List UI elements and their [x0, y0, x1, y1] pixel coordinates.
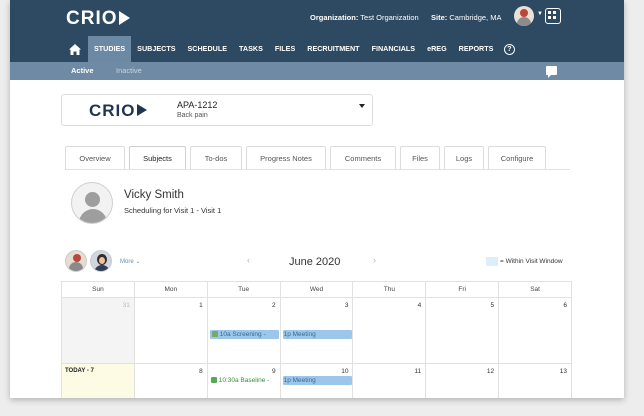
- subject-name: Vicky Smith: [124, 189, 184, 201]
- calendar-header: Sun Mon Tue Wed Thu Fri Sat: [62, 281, 573, 298]
- calendar-day[interactable]: 1: [135, 298, 208, 363]
- tab-comments[interactable]: Comments: [330, 146, 396, 169]
- tab-overview[interactable]: Overview: [65, 146, 125, 169]
- day-header-sun: Sun: [62, 282, 135, 297]
- organization-label: Organization:: [310, 13, 359, 22]
- calendar-day[interactable]: 8: [135, 364, 208, 398]
- tab-files[interactable]: Files: [400, 146, 440, 169]
- event-meeting[interactable]: 1p Meeting: [282, 330, 352, 339]
- nav-schedule[interactable]: SCHEDULE: [182, 36, 234, 62]
- study-tabs: Overview Subjects To-dos Progress Notes …: [65, 146, 546, 169]
- tab-configure[interactable]: Configure: [488, 146, 546, 169]
- day-header-mon: Mon: [135, 282, 208, 297]
- tab-inactive-studies[interactable]: Inactive: [116, 62, 142, 80]
- staff-avatar-2[interactable]: [90, 250, 112, 272]
- day-header-tue: Tue: [208, 282, 281, 297]
- calendar-day[interactable]: 11: [353, 364, 427, 398]
- nav-subjects[interactable]: SUBJECTS: [131, 36, 181, 62]
- tab-active-studies[interactable]: Active: [71, 62, 94, 80]
- calendar-day-today[interactable]: TODAY - 7: [62, 364, 135, 398]
- check-icon: [211, 331, 218, 337]
- main-nav: STUDIES SUBJECTS SCHEDULE TASKS FILES RE…: [62, 36, 519, 62]
- calendar-day[interactable]: 6: [499, 298, 573, 363]
- calendar-prev-icon[interactable]: ‹: [247, 255, 250, 265]
- day-header-fri: Fri: [426, 282, 500, 297]
- app-logo[interactable]: CRIO: [66, 8, 130, 30]
- home-icon[interactable]: [62, 36, 88, 62]
- tab-todos[interactable]: To-dos: [190, 146, 242, 169]
- chevron-down-icon[interactable]: [359, 104, 365, 108]
- tab-logs[interactable]: Logs: [444, 146, 484, 169]
- organization-selector[interactable]: Organization: Test Organization: [310, 13, 419, 22]
- organization-value: Test Organization: [360, 13, 419, 22]
- nav-financials[interactable]: FINANCIALS: [366, 36, 422, 62]
- subject-avatar: [71, 182, 113, 224]
- nav-studies[interactable]: STUDIES: [88, 36, 132, 62]
- calendar-title: June 2020: [289, 256, 341, 268]
- nav-tasks[interactable]: TASKS: [233, 36, 269, 62]
- chevron-down-icon: ⌄: [135, 259, 141, 265]
- scheduling-label: Scheduling for Visit 1 - Visit 1: [124, 206, 222, 215]
- calendar-day[interactable]: 2 10a Screening -: [208, 298, 281, 363]
- tab-subjects[interactable]: Subjects: [129, 146, 186, 169]
- apps-grid-icon[interactable]: [545, 8, 561, 24]
- calendar-grid: Sun Mon Tue Wed Thu Fri Sat 31 1 2 10a S…: [61, 281, 573, 398]
- user-menu-chevron-icon[interactable]: ▼: [537, 11, 543, 17]
- staff-avatar-1[interactable]: [65, 250, 87, 272]
- event-baseline[interactable]: 10:30a Baseline -: [209, 376, 279, 385]
- day-header-sat: Sat: [499, 282, 573, 297]
- study-description: Back pain: [177, 112, 208, 119]
- site-selector[interactable]: Site: Cambridge, MA: [431, 13, 501, 22]
- calendar-day[interactable]: 13: [499, 364, 573, 398]
- tabs-divider: [65, 169, 570, 170]
- nav-ereg[interactable]: eREG: [421, 36, 453, 62]
- calendar-week-2: TODAY - 7 8 9 10:30a Baseline - 10 1p Me…: [62, 364, 573, 398]
- calendar-day[interactable]: 12: [426, 364, 500, 398]
- top-bar: CRIO Organization: Test Organization Sit…: [10, 0, 624, 62]
- check-icon: [210, 377, 217, 383]
- day-header-thu: Thu: [353, 282, 427, 297]
- nav-recruitment[interactable]: RECRUITMENT: [301, 36, 365, 62]
- nav-files[interactable]: FILES: [269, 36, 301, 62]
- calendar-day[interactable]: 5: [426, 298, 500, 363]
- tab-progress-notes[interactable]: Progress Notes: [246, 146, 326, 169]
- calendar-day[interactable]: 4: [353, 298, 427, 363]
- visit-window-swatch: [486, 257, 498, 266]
- study-code: APA-1212: [177, 100, 218, 110]
- sub-nav-bar: Active Inactive: [10, 62, 624, 80]
- site-value: Cambridge, MA: [449, 13, 502, 22]
- chat-icon[interactable]: [546, 66, 557, 78]
- event-screening[interactable]: 10a Screening -: [209, 330, 279, 339]
- day-header-wed: Wed: [281, 282, 354, 297]
- nav-reports[interactable]: REPORTS: [453, 36, 500, 62]
- site-label: Site:: [431, 13, 448, 22]
- calendar-day[interactable]: 3 1p Meeting: [281, 298, 354, 363]
- more-dropdown[interactable]: More ⌄: [120, 258, 140, 265]
- calendar-week-1: 31 1 2 10a Screening - 3 1p Meeting 4 5 …: [62, 298, 573, 364]
- calendar-day[interactable]: 10 1p Meeting: [281, 364, 354, 398]
- user-avatar[interactable]: [514, 6, 534, 26]
- calendar-day[interactable]: 9 10:30a Baseline -: [208, 364, 281, 398]
- visit-window-legend: = Within Visit Window: [500, 258, 563, 265]
- study-selector[interactable]: CRIO APA-1212 Back pain: [61, 94, 373, 126]
- app-window: CRIO Organization: Test Organization Sit…: [10, 0, 624, 398]
- study-logo: CRIO: [89, 101, 147, 121]
- event-meeting[interactable]: 1p Meeting: [282, 376, 352, 385]
- calendar-day[interactable]: 31: [62, 298, 135, 363]
- calendar-next-icon[interactable]: ›: [373, 255, 376, 265]
- help-icon[interactable]: ?: [499, 36, 519, 62]
